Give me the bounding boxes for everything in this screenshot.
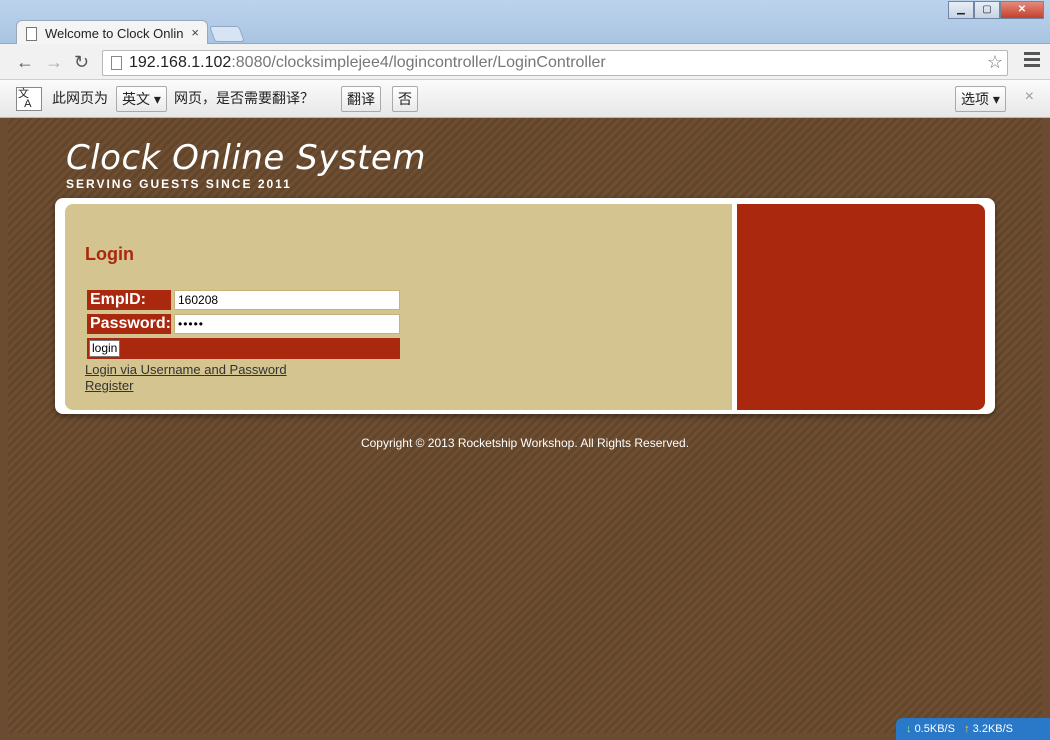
language-label: 英文 — [122, 91, 150, 107]
star-icon[interactable]: ☆ — [987, 52, 1003, 73]
upload-arrow-icon: ↑ — [964, 723, 970, 735]
back-icon[interactable]: ← — [16, 52, 34, 73]
browser-toolbar: ← → ↻ 192.168.1.102:8080/clocksimplejee4… — [0, 44, 1050, 80]
maximize-button[interactable]: ▢ — [974, 1, 1000, 19]
tab-close-icon[interactable]: × — [191, 25, 199, 40]
new-tab-button[interactable] — [209, 26, 245, 42]
address-bar[interactable]: 192.168.1.102:8080/clocksimplejee4/login… — [102, 50, 1008, 76]
copyright-text: Copyright © 2013 Rocketship Workshop. Al… — [360, 436, 690, 450]
minimize-button[interactable]: ▁ — [948, 1, 974, 19]
translate-close-icon[interactable]: × — [1025, 88, 1034, 106]
page-icon — [26, 27, 37, 41]
options-label: 选项 — [961, 91, 989, 107]
translate-icon: 文 A — [16, 87, 42, 111]
network-speed-widget: ↓ 0.5KB/S ↑ 3.2KB/S — [896, 718, 1050, 740]
empid-label: EmpID: — [87, 290, 171, 310]
register-link[interactable]: Register — [85, 378, 133, 393]
login-username-link[interactable]: Login via Username and Password — [85, 362, 287, 377]
submit-row: login — [87, 338, 400, 359]
download-speed: 0.5KB/S — [914, 723, 955, 735]
reload-icon[interactable]: ↻ — [74, 52, 89, 73]
translate-prefix: 此网页为 — [52, 90, 108, 106]
login-button[interactable]: login — [89, 340, 121, 357]
translate-question: 网页，是否需要翻译？ — [174, 90, 314, 106]
site-tagline: SERVING GUESTS SINCE 2011 — [66, 177, 292, 191]
site-title: Clock Online System — [66, 138, 426, 178]
login-heading: Login — [85, 244, 134, 264]
url-path: :8080/clocksimplejee4/logincontroller/Lo… — [231, 54, 606, 71]
translate-button[interactable]: 翻译 — [341, 86, 381, 112]
forward-icon[interactable]: → — [45, 52, 63, 73]
page-body: Clock Online System SERVING GUESTS SINCE… — [8, 118, 1042, 733]
login-panel: Login EmpID: Password: login Login via U… — [65, 204, 732, 410]
translate-bar: 文 A 此网页为 英文 ▾ 网页，是否需要翻译？ 翻译 否 选项 ▾ × — [0, 80, 1050, 118]
options-button[interactable]: 选项 ▾ — [955, 86, 1006, 112]
no-translate-button[interactable]: 否 — [392, 86, 418, 112]
browser-titlebar: Welcome to Clock Onlin × ▁ ▢ ✕ — [0, 0, 1050, 46]
url-host: 192.168.1.102 — [129, 54, 232, 71]
window-close-button[interactable]: ✕ — [1000, 1, 1044, 19]
password-label: Password: — [87, 314, 171, 334]
download-arrow-icon: ↓ — [906, 723, 912, 735]
password-input[interactable] — [174, 314, 400, 334]
upload-speed: 3.2KB/S — [972, 723, 1014, 735]
sidebar-panel — [737, 204, 985, 410]
empid-input[interactable] — [174, 290, 400, 310]
language-select[interactable]: 英文 ▾ — [116, 86, 167, 112]
window-controls: ▁ ▢ ✕ — [948, 1, 1044, 19]
tab-title: Welcome to Clock Onlin — [45, 26, 184, 41]
browser-tab[interactable]: Welcome to Clock Onlin × — [16, 20, 208, 46]
menu-icon[interactable] — [1024, 52, 1040, 70]
page-icon — [111, 56, 122, 70]
main-frame: Login EmpID: Password: login Login via U… — [55, 198, 995, 414]
